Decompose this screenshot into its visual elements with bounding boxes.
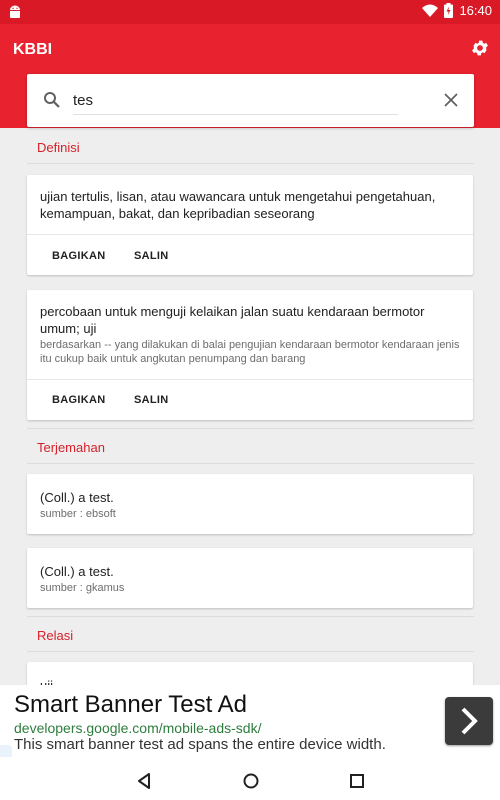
definition-text: percobaan untuk menguji kelaikan jalan s…	[40, 304, 425, 336]
ad-title: Smart Banner Test Ad	[14, 691, 248, 718]
share-button[interactable]: BAGIKAN	[52, 394, 105, 406]
app-title: KBBI	[13, 41, 53, 58]
battery-icon	[444, 3, 454, 18]
translation-card[interactable]: (Coll.) a test. sumber : ebsoft	[27, 474, 473, 534]
wifi-icon	[422, 4, 439, 17]
section-title-definisi: Definisi	[37, 140, 80, 155]
section-title-terjemahan: Terjemahan	[37, 440, 105, 455]
ad-open-button[interactable]	[445, 697, 493, 745]
home-icon[interactable]	[242, 772, 260, 790]
android-icon	[10, 5, 20, 18]
back-icon[interactable]	[136, 772, 152, 790]
translation-source: sumber : ebsoft	[40, 508, 116, 520]
translation-text: (Coll.) a test.	[40, 490, 114, 505]
definition-card: ujian tertulis, lisan, atau wawancara un…	[27, 175, 473, 275]
recents-icon[interactable]	[349, 772, 365, 790]
share-button[interactable]: BAGIKAN	[52, 250, 105, 262]
definition-text: ujian tertulis, lisan, atau wawancara un…	[40, 189, 436, 221]
ad-banner[interactable]: Smart Banner Test Ad developers.google.c…	[0, 685, 500, 762]
search-input[interactable]	[73, 86, 398, 115]
card-divider	[27, 234, 473, 235]
status-bar: 16:40	[0, 0, 500, 24]
card-divider	[27, 379, 473, 380]
translation-text: (Coll.) a test.	[40, 564, 114, 579]
section-divider	[27, 463, 474, 464]
ad-description: This smart banner test ad spans the enti…	[14, 736, 386, 753]
translation-source: sumber : gkamus	[40, 582, 125, 594]
status-time: 16:40	[459, 3, 492, 18]
ad-choices-icon[interactable]	[0, 745, 12, 757]
gear-icon[interactable]	[470, 38, 490, 58]
navigation-bar	[0, 762, 500, 800]
close-icon[interactable]	[444, 93, 458, 107]
section-divider	[27, 163, 474, 164]
definition-example: berdasarkan -- yang dilakukan di balai p…	[40, 339, 460, 365]
section-divider	[27, 651, 474, 652]
ad-url: developers.google.com/mobile-ads-sdk/	[14, 720, 262, 736]
chevron-right-icon	[461, 707, 478, 735]
definition-card: percobaan untuk menguji kelaikan jalan s…	[27, 290, 473, 420]
section-divider	[27, 428, 474, 429]
copy-button[interactable]: SALIN	[134, 250, 169, 262]
translation-card[interactable]: (Coll.) a test. sumber : gkamus	[27, 548, 473, 608]
copy-button[interactable]: SALIN	[134, 394, 169, 406]
section-title-relasi: Relasi	[37, 628, 74, 643]
search-icon	[44, 92, 60, 108]
search-card	[27, 74, 474, 127]
section-divider	[27, 616, 474, 617]
